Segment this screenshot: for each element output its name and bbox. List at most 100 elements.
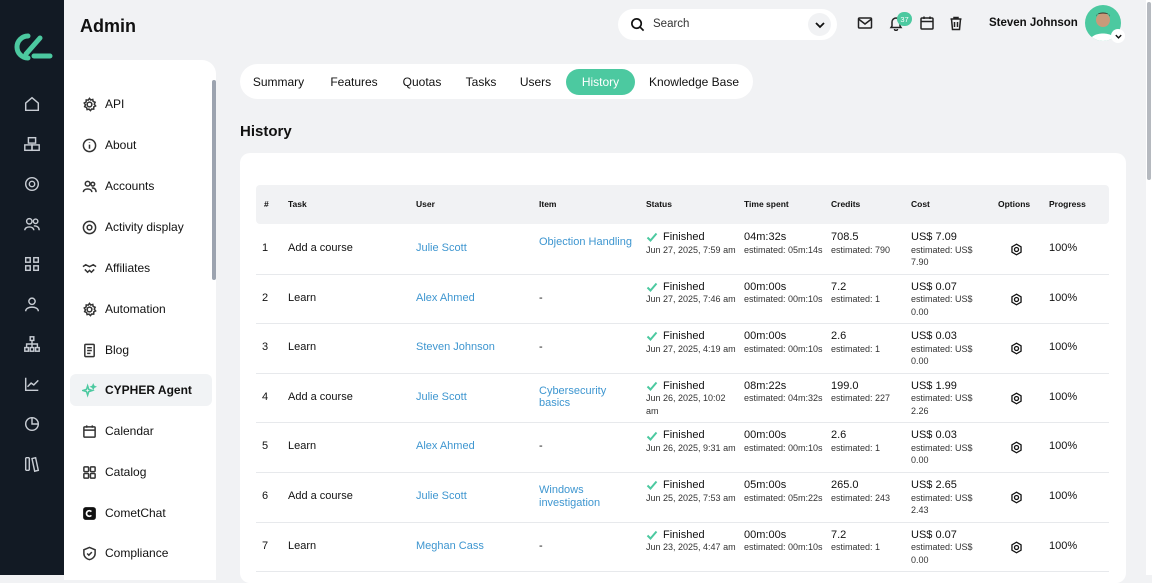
table-row[interactable]: 5 Learn Alex Ahmed - Finished Jun 26, 2025, 9… <box>256 423 1109 473</box>
settings-icon[interactable] <box>1010 392 1024 406</box>
column-header: Status <box>646 199 672 209</box>
table-row[interactable]: 7 Learn Meghan Cass - Finished Jun 23, 2025, … <box>256 523 1109 573</box>
settings-icon[interactable] <box>1010 441 1024 455</box>
hierarchy-icon[interactable] <box>22 334 42 354</box>
credits-estimated: estimated: 243 <box>831 492 891 503</box>
check-icon <box>646 431 658 441</box>
column-header: Options <box>998 199 1031 209</box>
document-icon <box>81 342 97 358</box>
column-header: Item <box>539 199 557 209</box>
sidebar-item-activity-display[interactable]: Activity display <box>70 211 212 243</box>
settings-icon[interactable] <box>1010 293 1024 307</box>
status-label: Finished <box>663 231 705 243</box>
sidebar-item-automation[interactable]: Automation <box>70 293 212 325</box>
row-number: 2 <box>262 291 269 304</box>
users-icon[interactable] <box>22 214 42 234</box>
time-spent-value: 00m:00s <box>744 429 787 442</box>
row-credits: 7.2 estimated: 1 <box>831 281 901 306</box>
row-user-link[interactable]: Julie Scott <box>416 391 467 403</box>
row-number: 6 <box>262 490 269 502</box>
row-cost: US$ 1.99 estimated: US$ 2.26 <box>911 380 991 418</box>
row-user-link[interactable]: Alex Ahmed <box>416 440 475 452</box>
tab-tasks[interactable]: Tasks <box>456 69 506 95</box>
tab-history[interactable]: History <box>566 69 635 95</box>
sidebar-item-catalog[interactable]: Catalog <box>70 456 212 488</box>
row-user-link[interactable]: Alex Ahmed <box>416 292 475 304</box>
table-row[interactable]: 3 Learn Steven Johnson - Finished Jun 27, 202… <box>256 324 1109 374</box>
row-item-link[interactable]: Windows investigation <box>539 484 639 509</box>
row-status: Finished Jun 23, 2025, 4:47 am <box>646 529 738 554</box>
tab-knowledge-base[interactable]: Knowledge Base <box>641 69 747 95</box>
row-user-link[interactable]: Steven Johnson <box>416 341 495 353</box>
icon-rail <box>0 0 64 575</box>
tab-features[interactable]: Features <box>320 69 388 95</box>
calendar-icon[interactable] <box>919 15 937 33</box>
row-item-link: - <box>539 341 543 354</box>
sidebar-item-affiliates[interactable]: Affiliates <box>70 252 212 284</box>
row-user-link[interactable]: Julie Scott <box>416 242 467 254</box>
sidebar-item-label: Blog <box>105 343 130 357</box>
tab-quotas[interactable]: Quotas <box>392 69 452 95</box>
sidebar-item-api[interactable]: API <box>70 88 212 120</box>
sidebar-item-blog[interactable]: Blog <box>70 334 212 366</box>
sidebar-item-cometchat[interactable]: CometChat <box>70 497 212 529</box>
row-item-link: - <box>539 440 543 453</box>
time-estimated: estimated: 00m:10s <box>744 442 823 453</box>
row-progress: 100% <box>1049 341 1078 354</box>
row-item-link[interactable]: Objection Handling <box>539 236 639 249</box>
settings-icon[interactable] <box>1010 491 1024 505</box>
column-header: # <box>264 199 269 209</box>
home-icon[interactable] <box>22 94 42 114</box>
cost-estimated: estimated: US$ 0.00 <box>911 343 973 367</box>
row-user-link[interactable]: Meghan Cass <box>416 540 484 552</box>
target-icon <box>81 219 97 235</box>
sparkle-icon <box>81 382 97 398</box>
row-item-link[interactable]: Cybersecurity basics <box>539 385 639 410</box>
trash-icon[interactable] <box>948 15 966 33</box>
sidebar-item-calendar[interactable]: Calendar <box>70 415 212 447</box>
user-name[interactable]: Steven Johnson <box>989 17 1078 29</box>
status-date: Jun 26, 2025, 10:02 am <box>646 393 726 416</box>
sidebar-item-accounts[interactable]: Accounts <box>70 170 212 202</box>
settings-icon[interactable] <box>1010 243 1024 257</box>
info-icon <box>81 137 97 153</box>
user-icon[interactable] <box>22 294 42 314</box>
chevron-down-icon[interactable] <box>808 13 831 36</box>
table-row[interactable]: 6 Add a course Julie Scott Windows investig… <box>256 473 1109 523</box>
sidebar-scrollbar[interactable] <box>212 80 216 280</box>
brand-logo[interactable] <box>10 30 54 64</box>
sidebar-item-label: Accounts <box>105 179 155 193</box>
tab-users[interactable]: Users <box>510 69 561 95</box>
sidebar-item-cypher-agent[interactable]: CYPHER Agent <box>70 374 212 406</box>
row-user-link[interactable]: Julie Scott <box>416 490 467 502</box>
settings-icon[interactable] <box>1010 541 1024 555</box>
row-number: 5 <box>262 440 269 453</box>
cost-value: US$ 1.99 <box>911 379 957 392</box>
grid-icon[interactable] <box>22 254 42 274</box>
table-row[interactable]: 4 Add a course Julie Scott Cybersecurity ba… <box>256 374 1109 424</box>
chevron-down-icon[interactable] <box>1111 29 1125 43</box>
cube-group-icon[interactable] <box>22 134 42 154</box>
table-row[interactable]: 1 Add a course Julie Scott Objection Handli… <box>256 225 1109 275</box>
library-icon[interactable] <box>22 454 42 474</box>
tab-summary[interactable]: Summary <box>240 69 317 95</box>
search-bar[interactable]: Search <box>618 9 837 40</box>
page-scrollbar-thumb[interactable] <box>1147 2 1151 180</box>
chart-line-icon[interactable] <box>22 374 42 394</box>
table-row[interactable]: 2 Learn Alex Ahmed - Finished Jun 27, 2025, 7… <box>256 275 1109 325</box>
mail-icon[interactable] <box>857 15 875 33</box>
search-input[interactable]: Search <box>653 18 689 30</box>
target-icon[interactable] <box>22 174 42 194</box>
time-spent-value: 00m:00s <box>744 330 787 343</box>
sidebar-item-compliance[interactable]: Compliance <box>70 537 212 569</box>
pie-chart-icon[interactable] <box>22 414 42 434</box>
credits-value: 2.6 <box>831 429 847 442</box>
sidebar-item-about[interactable]: About <box>70 129 212 161</box>
sidebar-item-label: Catalog <box>105 465 147 479</box>
sidebar-item-label: CYPHER Agent <box>105 383 192 397</box>
settings-icon[interactable] <box>1010 342 1024 356</box>
app-title: Admin <box>80 16 136 36</box>
row-task: Learn <box>288 539 317 552</box>
cost-value: US$ 0.03 <box>911 429 957 442</box>
status-date: Jun 27, 2025, 7:46 am <box>646 294 736 305</box>
